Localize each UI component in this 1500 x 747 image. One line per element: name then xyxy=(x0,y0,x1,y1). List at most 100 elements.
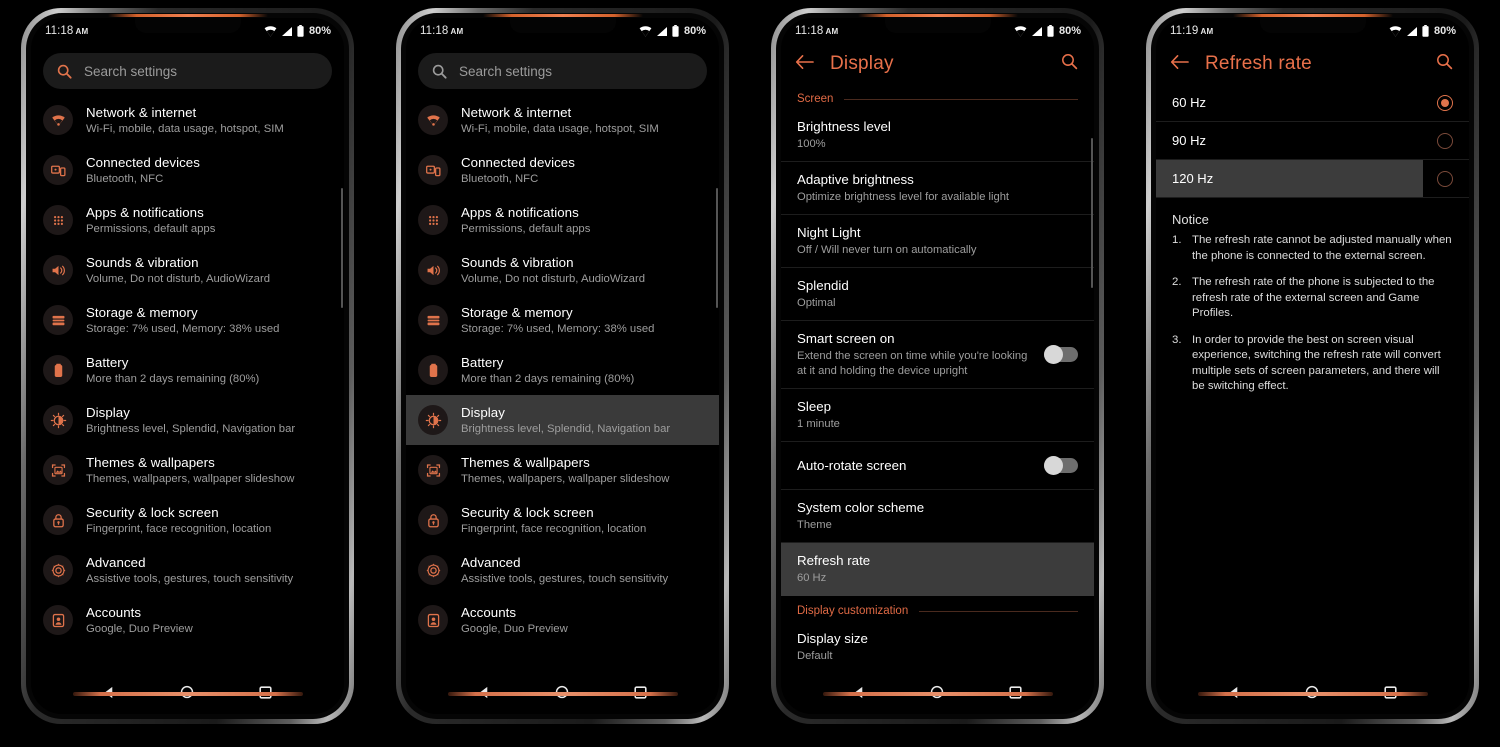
settings-row-battery[interactable]: Battery More than 2 days remaining (80%) xyxy=(406,345,719,395)
settings-row-title: Security & lock screen xyxy=(86,504,219,520)
settings-row-advanced[interactable]: Advanced Assistive tools, gestures, touch… xyxy=(406,545,719,595)
refresh-rate-label-wrap[interactable]: 90 Hz xyxy=(1156,122,1423,159)
settings-row-title: Sounds & vibration xyxy=(86,254,199,270)
navigation-bar[interactable] xyxy=(406,670,719,714)
settings-row-themes-wallpapers[interactable]: Themes & wallpapers Themes, wallpapers, w… xyxy=(31,445,344,495)
refresh-rate-label-wrap[interactable]: 120 Hz xyxy=(1156,160,1423,197)
settings-list[interactable]: Network & internet Wi-Fi, mobile, data us… xyxy=(31,95,344,645)
settings-row-security-lock-screen[interactable]: Security & lock screen Fingerprint, face … xyxy=(406,495,719,545)
settings-row-subtitle: Volume, Do not disturb, AudioWizard xyxy=(86,272,270,285)
settings-row-accounts[interactable]: Accounts Google, Duo Preview xyxy=(406,595,719,645)
settings-row-text: Themes & wallpapers Themes, wallpapers, w… xyxy=(461,454,669,487)
display-row-auto-rotate-screen[interactable]: Auto-rotate screen xyxy=(781,442,1094,490)
notch xyxy=(134,18,241,33)
refresh-rate-option-60-hz[interactable]: 60 Hz xyxy=(1156,84,1469,122)
refresh-rate-options[interactable]: 60 Hz 90 Hz 120 Hz xyxy=(1156,84,1469,198)
display-row-text: Adaptive brightness Optimize brightness l… xyxy=(797,171,1078,205)
settings-row-battery[interactable]: Battery More than 2 days remaining (80%) xyxy=(31,345,344,395)
settings-row-themes-wallpapers[interactable]: Themes & wallpapers Themes, wallpapers, w… xyxy=(406,445,719,495)
refresh-rate-option-120-hz[interactable]: 120 Hz xyxy=(1156,160,1469,198)
settings-row-network-internet[interactable]: Network & internet Wi-Fi, mobile, data us… xyxy=(406,95,719,145)
settings-row-sounds-vibration[interactable]: Sounds & vibration Volume, Do not disturb… xyxy=(406,245,719,295)
search-input-placeholder[interactable]: Search settings xyxy=(459,64,552,79)
display-row-text: Splendid Optimal xyxy=(797,277,1078,311)
home-circle-icon[interactable] xyxy=(920,675,954,709)
settings-row-storage-memory[interactable]: Storage & memory Storage: 7% used, Memory… xyxy=(31,295,344,345)
gear-icon xyxy=(418,555,448,585)
search-icon[interactable] xyxy=(1436,53,1453,75)
home-circle-icon[interactable] xyxy=(170,675,204,709)
section-divider xyxy=(919,610,1078,612)
display-row-refresh-rate[interactable]: Refresh rate 60 Hz xyxy=(781,543,1094,596)
wallpaper-icon xyxy=(418,455,448,485)
scrollbar-thumb[interactable] xyxy=(1091,138,1093,288)
radio-button[interactable] xyxy=(1437,94,1453,111)
back-triangle-icon[interactable] xyxy=(93,675,127,709)
toggle-switch[interactable] xyxy=(1044,456,1078,475)
navigation-bar[interactable] xyxy=(1156,670,1469,714)
display-row-splendid[interactable]: Splendid Optimal xyxy=(781,268,1094,321)
refresh-rate-label-wrap[interactable]: 60 Hz xyxy=(1156,84,1423,121)
display-row-system-color-scheme[interactable]: System color scheme Theme xyxy=(781,490,1094,543)
display-row-night-light[interactable]: Night Light Off / Will never turn on auto… xyxy=(781,215,1094,268)
status-time: 11:18 xyxy=(795,25,824,37)
settings-list[interactable]: Network & internet Wi-Fi, mobile, data us… xyxy=(406,95,719,645)
settings-row-text: Sounds & vibration Volume, Do not disturb… xyxy=(461,254,645,287)
notice-number: 2. xyxy=(1172,276,1182,288)
radio-button[interactable] xyxy=(1437,170,1453,187)
settings-row-subtitle: Brightness level, Splendid, Navigation b… xyxy=(86,422,296,435)
settings-row-network-internet[interactable]: Network & internet Wi-Fi, mobile, data us… xyxy=(31,95,344,145)
recents-square-icon[interactable] xyxy=(623,675,657,709)
scrollbar-thumb[interactable] xyxy=(341,188,343,308)
settings-row-security-lock-screen[interactable]: Security & lock screen Fingerprint, face … xyxy=(31,495,344,545)
recents-square-icon[interactable] xyxy=(1373,675,1407,709)
search-input-placeholder[interactable]: Search settings xyxy=(84,64,177,79)
recents-square-icon[interactable] xyxy=(998,675,1032,709)
display-row-smart-screen-on[interactable]: Smart screen on Extend the screen on time… xyxy=(781,321,1094,389)
display-row-display-size[interactable]: Display size Default xyxy=(781,621,1094,674)
back-arrow-icon[interactable] xyxy=(1170,54,1189,75)
settings-row-apps-notifications[interactable]: Apps & notifications Permissions, default… xyxy=(31,195,344,245)
storage-icon xyxy=(43,305,73,335)
settings-row-display[interactable]: Display Brightness level, Splendid, Navig… xyxy=(406,395,719,445)
phone-frame-inner: 11:18 AM 80% Search settings Network & i… xyxy=(401,13,724,719)
settings-row-text: Connected devices Bluetooth, NFC xyxy=(86,154,200,187)
navigation-bar[interactable] xyxy=(31,670,344,714)
settings-row-title: Advanced xyxy=(461,554,521,570)
recents-square-icon[interactable] xyxy=(248,675,282,709)
search-settings-bar[interactable]: Search settings xyxy=(43,53,332,89)
toggle-switch[interactable] xyxy=(1044,345,1078,364)
back-triangle-icon[interactable] xyxy=(1218,675,1252,709)
wifi-icon xyxy=(1014,25,1027,36)
back-arrow-icon[interactable] xyxy=(795,54,814,75)
battery-percent: 80% xyxy=(308,25,331,37)
settings-row-apps-notifications[interactable]: Apps & notifications Permissions, default… xyxy=(406,195,719,245)
phone-frame: 11:19 AM 80% Refresh rate 60 Hz 90 Hz 12… xyxy=(1146,8,1479,724)
back-triangle-icon[interactable] xyxy=(468,675,502,709)
back-triangle-icon[interactable] xyxy=(843,675,877,709)
refresh-rate-option-90-hz[interactable]: 90 Hz xyxy=(1156,122,1469,160)
display-row-adaptive-brightness[interactable]: Adaptive brightness Optimize brightness l… xyxy=(781,162,1094,215)
home-circle-icon[interactable] xyxy=(545,675,579,709)
display-customization-rows[interactable]: Display size Default xyxy=(781,621,1094,674)
status-ampm: AM xyxy=(75,26,89,36)
settings-row-display[interactable]: Display Brightness level, Splendid, Navig… xyxy=(31,395,344,445)
search-settings-bar[interactable]: Search settings xyxy=(418,53,707,89)
notice-text: The refresh rate cannot be adjusted manu… xyxy=(1192,234,1452,262)
settings-row-subtitle: Assistive tools, gestures, touch sensiti… xyxy=(461,572,669,585)
status-ampm: AM xyxy=(450,26,464,36)
display-settings-rows[interactable]: Brightness level 100% Adaptive brightness O… xyxy=(781,109,1094,596)
search-icon[interactable] xyxy=(1061,53,1078,75)
navigation-bar[interactable] xyxy=(781,670,1094,714)
scrollbar-thumb[interactable] xyxy=(716,188,718,308)
settings-row-advanced[interactable]: Advanced Assistive tools, gestures, touch… xyxy=(31,545,344,595)
home-circle-icon[interactable] xyxy=(1295,675,1329,709)
settings-row-connected-devices[interactable]: Connected devices Bluetooth, NFC xyxy=(31,145,344,195)
display-row-brightness-level[interactable]: Brightness level 100% xyxy=(781,109,1094,162)
settings-row-accounts[interactable]: Accounts Google, Duo Preview xyxy=(31,595,344,645)
radio-button[interactable] xyxy=(1437,132,1453,149)
settings-row-connected-devices[interactable]: Connected devices Bluetooth, NFC xyxy=(406,145,719,195)
settings-row-storage-memory[interactable]: Storage & memory Storage: 7% used, Memory… xyxy=(406,295,719,345)
settings-row-sounds-vibration[interactable]: Sounds & vibration Volume, Do not disturb… xyxy=(31,245,344,295)
display-row-sleep[interactable]: Sleep 1 minute xyxy=(781,389,1094,442)
